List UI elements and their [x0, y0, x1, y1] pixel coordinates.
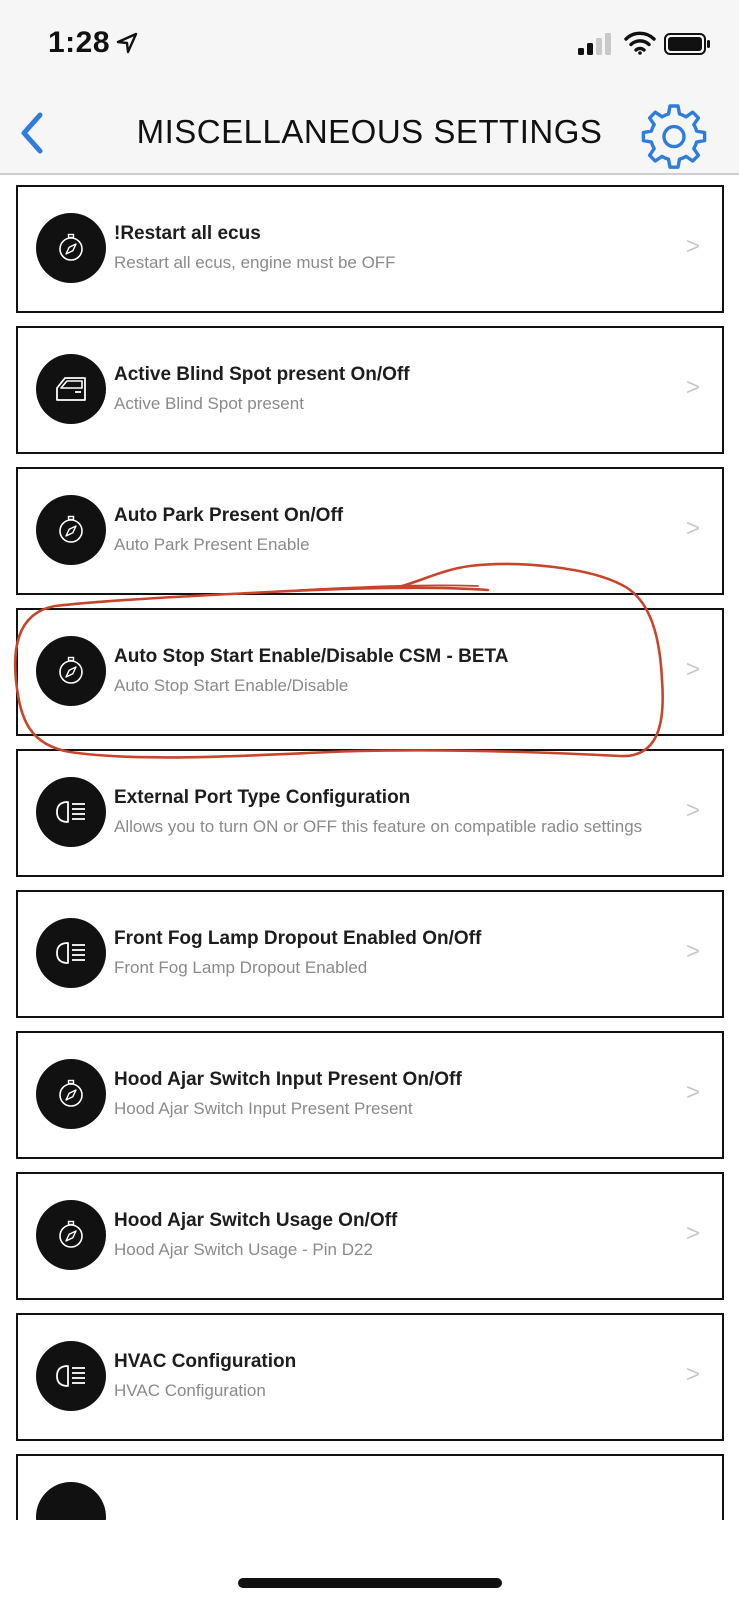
cellular-signal-icon	[578, 33, 611, 55]
item-title: Hood Ajar Switch Input Present On/Off	[114, 1069, 462, 1090]
chevron-right-icon: >	[685, 797, 700, 824]
headlight-icon	[36, 1341, 106, 1411]
list-item-external-port-type[interactable]: External Port Type Configuration Allows …	[16, 749, 724, 877]
compass-icon	[36, 636, 106, 706]
item-subtitle: Hood Ajar Switch Usage - Pin D22	[114, 1240, 373, 1259]
list-item-hood-ajar-usage[interactable]: Hood Ajar Switch Usage On/Off Hood Ajar …	[16, 1172, 724, 1300]
navigation-bar: MISCELLANEOUS SETTINGS	[0, 95, 739, 175]
home-area	[0, 1520, 739, 1600]
list-item-auto-park[interactable]: Auto Park Present On/Off Auto Park Prese…	[16, 467, 724, 595]
item-title: Front Fog Lamp Dropout Enabled On/Off	[114, 928, 482, 949]
chevron-right-icon: >	[685, 233, 700, 260]
list-item-auto-stop-start[interactable]: Auto Stop Start Enable/Disable CSM - BET…	[16, 608, 724, 736]
chevron-right-icon: >	[685, 515, 700, 542]
chevron-right-icon: >	[685, 1079, 700, 1106]
chevron-right-icon: >	[685, 374, 700, 401]
status-time: 1:28	[48, 26, 111, 59]
item-title: Active Blind Spot present On/Off	[114, 364, 410, 385]
item-title: HVAC Configuration	[114, 1351, 297, 1372]
settings-list: !Restart all ecus Restart all ecus, engi…	[0, 175, 739, 1520]
item-subtitle: Front Fog Lamp Dropout Enabled	[114, 958, 368, 977]
item-title: Auto Stop Start Enable/Disable CSM - BET…	[114, 646, 509, 667]
car-door-icon	[36, 354, 106, 424]
settings-button[interactable]	[640, 101, 708, 169]
compass-icon	[36, 213, 106, 283]
item-title: Auto Park Present On/Off	[114, 505, 344, 526]
location-arrow-icon	[116, 32, 138, 54]
compass-icon	[36, 1059, 106, 1129]
headlight-icon	[36, 777, 106, 847]
partial-item-icon	[36, 1482, 106, 1520]
item-subtitle: HVAC Configuration	[114, 1381, 266, 1400]
home-indicator[interactable]	[238, 1578, 502, 1588]
list-item-restart-all-ecus[interactable]: !Restart all ecus Restart all ecus, engi…	[16, 185, 724, 313]
chevron-right-icon: >	[685, 1220, 700, 1247]
item-subtitle: Restart all ecus, engine must be OFF	[114, 253, 396, 272]
list-item-front-fog-lamp[interactable]: Front Fog Lamp Dropout Enabled On/Off Fr…	[16, 890, 724, 1018]
item-subtitle: Hood Ajar Switch Input Present Present	[114, 1099, 413, 1118]
item-title: !Restart all ecus	[114, 223, 261, 244]
screen: 1:28 MISCELLANEOUS SETTINGS !Restart all…	[0, 0, 739, 1600]
item-subtitle: Allows you to turn ON or OFF this featur…	[114, 817, 643, 836]
item-title: External Port Type Configuration	[114, 787, 411, 808]
compass-icon	[36, 495, 106, 565]
item-subtitle: Auto Park Present Enable	[114, 535, 310, 554]
list-item-hood-ajar-input[interactable]: Hood Ajar Switch Input Present On/Off Ho…	[16, 1031, 724, 1159]
item-subtitle: Active Blind Spot present	[114, 394, 304, 413]
chevron-right-icon: >	[685, 938, 700, 965]
gear-icon	[641, 104, 707, 169]
compass-icon	[36, 1200, 106, 1270]
list-item-hvac-configuration[interactable]: HVAC Configuration HVAC Configuration >	[16, 1313, 724, 1441]
page-title: MISCELLANEOUS SETTINGS	[136, 113, 603, 150]
item-subtitle: Auto Stop Start Enable/Disable	[114, 676, 349, 695]
list-item-active-blind-spot[interactable]: Active Blind Spot present On/Off Active …	[16, 326, 724, 454]
status-bar: 1:28	[0, 0, 739, 95]
chevron-right-icon: >	[685, 1361, 700, 1388]
headlight-icon	[36, 918, 106, 988]
battery-icon	[664, 33, 710, 55]
chevron-right-icon: >	[685, 656, 700, 683]
list-item-partial[interactable]	[16, 1454, 724, 1520]
item-title: Hood Ajar Switch Usage On/Off	[114, 1210, 398, 1231]
wifi-icon	[624, 31, 656, 55]
